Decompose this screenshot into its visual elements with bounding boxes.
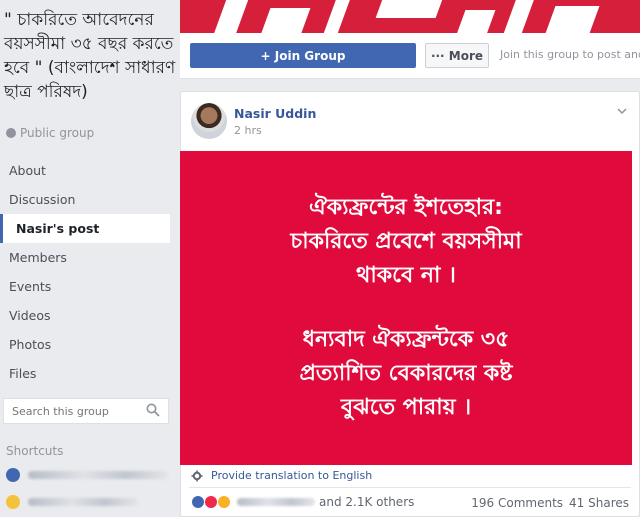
post-time[interactable]: 2 hrs xyxy=(234,124,262,137)
comments-count[interactable]: 196 Comments xyxy=(471,496,563,510)
poster-line: চাকরিতে প্রবেশে বয়সসীমা xyxy=(290,229,522,254)
shortcuts-heading: Shortcuts xyxy=(6,444,64,458)
nav-discussion[interactable]: Discussion xyxy=(0,185,170,214)
shortcut-item[interactable] xyxy=(6,467,168,483)
join-group-button[interactable]: + Join Group xyxy=(190,43,416,68)
nav-photos[interactable]: Photos xyxy=(0,330,170,359)
group-action-bar: + Join Group ··· More Join this group to… xyxy=(180,33,640,79)
poster-line: প্রত্যাশিত বেকারদের কষ্ট xyxy=(299,361,513,386)
translation-label[interactable]: Provide translation to English xyxy=(211,469,372,482)
nav-files[interactable]: Files xyxy=(0,359,170,388)
join-hint: Join this group to post and co xyxy=(500,48,640,61)
translation-link[interactable]: Provide translation to English xyxy=(191,469,372,482)
poster-line: ঐক্যফ্রন্টের ইশতেহার: xyxy=(309,195,503,220)
poster-line: থাকবে না । xyxy=(356,263,456,288)
search-icon[interactable] xyxy=(146,403,160,417)
more-button[interactable]: ··· More xyxy=(425,43,489,68)
nav-events[interactable]: Events xyxy=(0,272,170,301)
group-title[interactable]: " চাকরিতে আবেদনের বয়সসীমা ৩৫ বছর করতে হ… xyxy=(4,8,176,104)
gear-icon xyxy=(191,470,203,481)
post-image[interactable]: ঐক্যফ্রন্টের ইশতেহার: চাকরিতে প্রবেশে বয… xyxy=(180,151,632,465)
post-author[interactable]: Nasir Uddin xyxy=(234,106,316,121)
globe-icon xyxy=(6,128,16,138)
search-group-input[interactable] xyxy=(3,398,169,424)
left-sidebar: " চাকরিতে আবেদনের বয়সসীমা ৩৫ বছর করতে হ… xyxy=(0,0,176,517)
avatar[interactable] xyxy=(191,103,227,139)
nav-nasirs-post[interactable]: Nasir's post xyxy=(0,214,170,243)
shortcut-item[interactable] xyxy=(6,494,138,510)
like-icon xyxy=(191,495,205,509)
privacy-label: Public group xyxy=(20,126,95,140)
chevron-down-icon[interactable] xyxy=(617,106,627,116)
group-privacy: Public group xyxy=(6,126,94,140)
engagement-counts: 196 Comments 41 Shares xyxy=(471,496,629,510)
poster-line: ধন্যবাদ ঐক্যফ্রন্টকে ৩৫ xyxy=(302,327,510,352)
reactions-text[interactable]: and 2.1K others xyxy=(319,495,414,509)
nav-members[interactable]: Members xyxy=(0,243,170,272)
love-icon xyxy=(204,495,218,509)
haha-icon xyxy=(217,495,231,509)
nav-about[interactable]: About xyxy=(0,156,170,185)
shield-icon xyxy=(6,495,20,509)
redacted-names xyxy=(237,498,315,506)
reactions-summary[interactable]: and 2.1K others xyxy=(191,495,414,509)
redacted-shortcut xyxy=(28,471,168,479)
group-nav: About Discussion Nasir's post Members Ev… xyxy=(0,156,170,388)
shares-count[interactable]: 41 Shares xyxy=(569,496,629,510)
group-icon xyxy=(6,468,20,482)
poster-line: বুঝতে পারায় । xyxy=(340,395,472,420)
nav-videos[interactable]: Videos xyxy=(0,301,170,330)
redacted-shortcut xyxy=(28,498,138,506)
divider xyxy=(189,487,631,488)
cover-photo xyxy=(180,0,640,33)
post-card: Nasir Uddin 2 hrs ঐক্যফ্রন্টের ইশতেহার: … xyxy=(180,91,640,517)
